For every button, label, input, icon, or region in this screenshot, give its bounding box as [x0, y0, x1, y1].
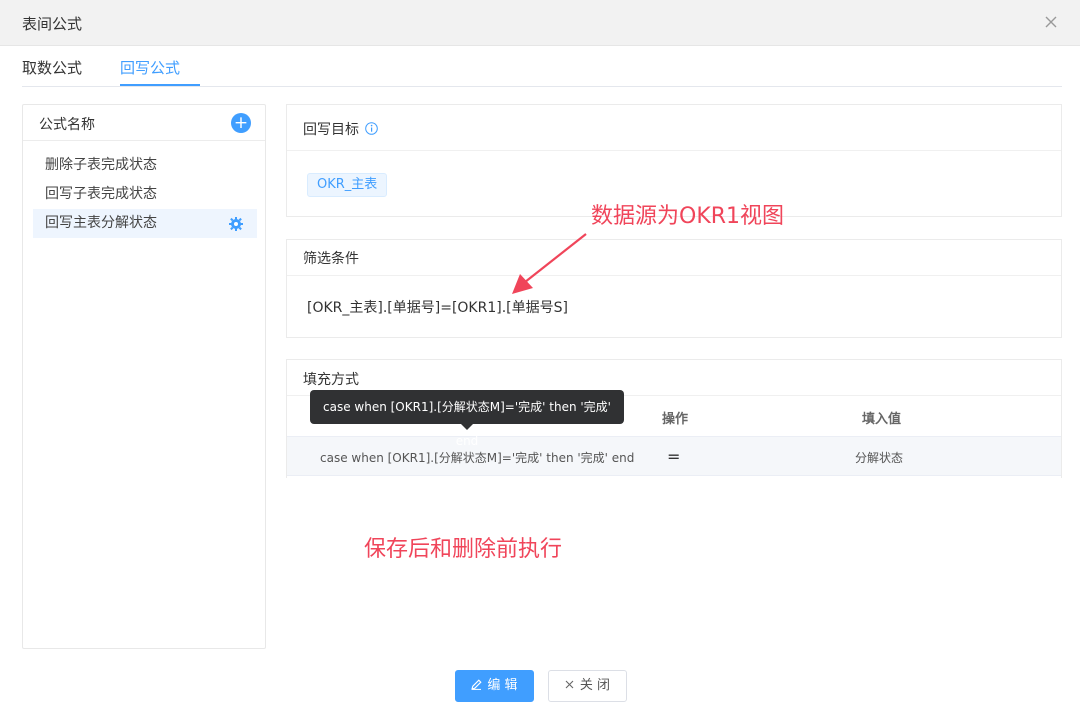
tab-fetch-formula[interactable]: 取数公式 — [22, 57, 82, 78]
writeback-target-header: 回写目标 — [287, 105, 1061, 151]
formula-item-writeback-child-status[interactable]: 回写子表完成状态 — [33, 180, 257, 209]
formula-list-header: 公式名称 + — [23, 105, 265, 141]
annotation-arrow-icon — [512, 233, 587, 294]
column-header-value: 填入值 — [862, 412, 902, 427]
fill-method-title: 填充方式 — [303, 372, 359, 388]
formula-list-panel: 公式名称 + 删除子表完成状态 回写子表完成状态 回写主表分解状态 — [22, 104, 266, 649]
annotation-data-source: 数据源为OKR1视图 — [591, 204, 785, 229]
close-icon[interactable] — [1042, 13, 1060, 31]
add-formula-button[interactable]: + — [231, 113, 251, 133]
writeback-target-title: 回写目标 — [303, 122, 359, 138]
tab-bar: 取数公式 回写公式 — [22, 46, 1062, 87]
gear-icon[interactable] — [229, 217, 243, 231]
active-tab-indicator — [120, 84, 200, 86]
edit-button[interactable]: 编 辑 — [455, 670, 534, 702]
close-icon — [565, 680, 574, 689]
filter-condition-title: 筛选条件 — [303, 251, 359, 267]
dialog-header: 表间公式 — [0, 0, 1080, 46]
tooltip-arrow — [461, 424, 473, 430]
formula-item-writeback-main-status[interactable]: 回写主表分解状态 — [33, 209, 257, 238]
filter-condition-body: [OKR_主表].[单据号]=[OKR1].[单据号S] — [287, 276, 1061, 338]
fill-value-cell: 分解状态 — [855, 451, 904, 465]
pencil-icon — [471, 679, 482, 690]
fill-operation-cell: = — [667, 447, 681, 466]
formula-list: 删除子表完成状态 回写子表完成状态 回写主表分解状态 — [33, 151, 257, 238]
formula-item-label: 回写主表分解状态 — [45, 215, 157, 231]
filter-expression: [OKR_主表].[单据号]=[OKR1].[单据号S] — [307, 300, 568, 316]
edit-button-label: 编 辑 — [487, 678, 518, 693]
filter-condition-header: 筛选条件 — [287, 240, 1061, 276]
table-row[interactable]: case when [OKR1].[分解状态M]='完成' then '完成' … — [287, 436, 1061, 476]
filter-condition-card: 筛选条件 [OKR_主表].[单据号]=[OKR1].[单据号S] — [286, 239, 1062, 338]
close-button-label: 关 闭 — [579, 678, 611, 693]
tab-writeback-formula[interactable]: 回写公式 — [120, 57, 180, 78]
formula-list-title: 公式名称 — [39, 117, 95, 133]
column-header-operation: 操作 — [662, 412, 689, 427]
close-button[interactable]: 关 闭 — [548, 670, 627, 702]
annotation-execution: 保存后和删除前执行 — [364, 537, 563, 562]
dialog-title: 表间公式 — [22, 15, 83, 33]
target-table-tag[interactable]: OKR_主表 — [307, 173, 388, 197]
formula-item-delete-child-status[interactable]: 删除子表完成状态 — [33, 151, 257, 180]
expression-tooltip: case when [OKR1].[分解状态M]='完成' then '完成' … — [310, 390, 624, 448]
info-icon[interactable] — [365, 122, 378, 135]
